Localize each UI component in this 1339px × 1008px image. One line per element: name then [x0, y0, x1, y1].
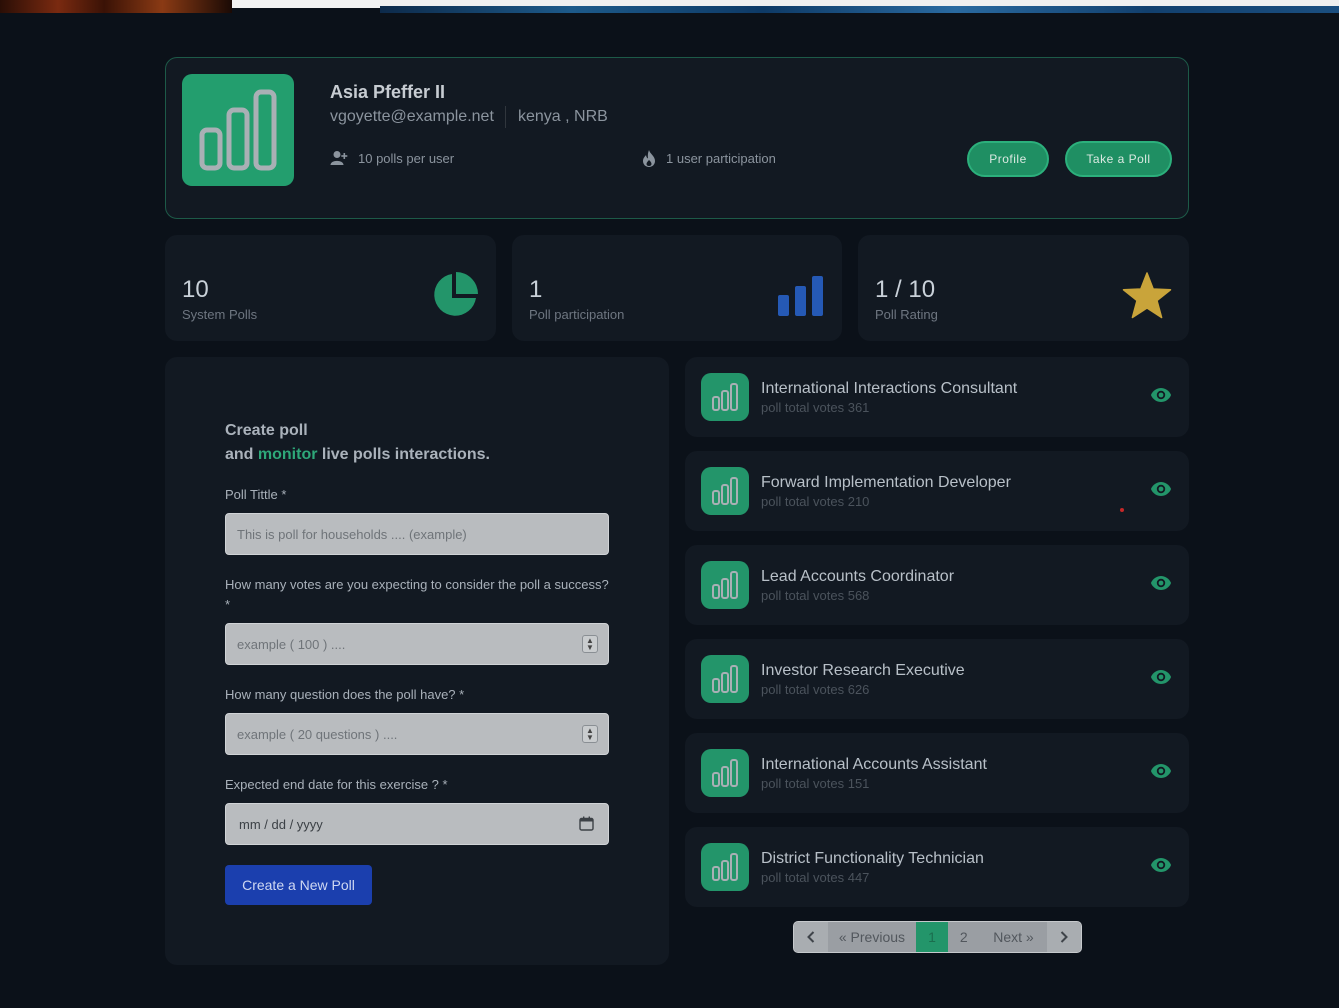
stat-card-participation: 1 Poll participation	[512, 235, 842, 341]
poll-list-item[interactable]: International Interactions Consultant po…	[685, 357, 1189, 437]
stat-value: 1	[529, 276, 543, 303]
profile-location: kenya , NRB	[518, 108, 608, 125]
stat-card-rating: 1 / 10 Poll Rating	[858, 235, 1189, 341]
poll-title: Forward Implementation Developer	[761, 474, 1011, 491]
poll-list-item[interactable]: District Functionality Technician poll t…	[685, 827, 1189, 907]
profile-button[interactable]: Profile	[967, 141, 1049, 177]
user-plus-icon	[330, 150, 348, 166]
votes-label: How many votes are you expecting to cons…	[225, 577, 609, 612]
poll-chart-icon	[701, 843, 749, 891]
eye-icon[interactable]	[1150, 575, 1172, 596]
poll-title-label: Poll Tittle *	[225, 487, 287, 502]
poll-votes: poll total votes 626	[761, 682, 870, 697]
questions-input[interactable]: example ( 20 questions ) .... ▲ ▼	[225, 713, 609, 755]
create-poll-button[interactable]: Create a New Poll	[225, 865, 372, 905]
end-date-placeholder: mm / dd / yyyy	[239, 816, 323, 832]
poll-list-item[interactable]: Forward Implementation Developer poll to…	[685, 451, 1189, 531]
stat-card-system-polls: 10 System Polls	[165, 235, 496, 341]
participation-meta: 1 user participation	[642, 150, 776, 167]
eye-icon[interactable]	[1150, 481, 1172, 502]
poll-title: International Accounts Assistant	[761, 756, 987, 773]
poll-list-item[interactable]: Investor Research Executive poll total v…	[685, 639, 1189, 719]
profile-card: Asia Pfeffer II vgoyette@example.net ken…	[165, 57, 1189, 219]
end-date-label: Expected end date for this exercise ? *	[225, 777, 448, 792]
questions-placeholder: example ( 20 questions ) ....	[237, 726, 398, 742]
votes-stepper[interactable]: ▲ ▼	[582, 635, 598, 653]
calendar-icon[interactable]	[579, 816, 594, 834]
poll-title: Investor Research Executive	[761, 662, 965, 679]
indicator-dot	[1120, 508, 1124, 512]
top-banner-strip	[0, 0, 1339, 14]
bar-chart-icon	[776, 275, 826, 322]
participation-text: 1 user participation	[666, 151, 776, 166]
end-date-input[interactable]: mm / dd / yyyy	[225, 803, 609, 845]
pagination: « Previous 1 2 Next »	[793, 921, 1082, 953]
votes-input[interactable]: example ( 100 ) .... ▲ ▼	[225, 623, 609, 665]
profile-name: Asia Pfeffer II	[330, 82, 446, 102]
banner-bar-right	[380, 0, 1339, 6]
create-poll-panel: Create poll and monitor live polls inter…	[165, 357, 669, 965]
poll-chart-icon	[701, 561, 749, 609]
votes-placeholder: example ( 100 ) ....	[237, 636, 346, 652]
questions-label: How many question does the poll have? *	[225, 687, 465, 702]
next-page-button[interactable]: Next »	[980, 922, 1048, 952]
poll-title: International Interactions Consultant	[761, 380, 1018, 397]
polls-per-user-meta: 10 polls per user	[330, 150, 454, 166]
form-heading-line2: and monitor live polls interactions.	[225, 446, 490, 463]
stat-label: System Polls	[182, 307, 258, 322]
questions-stepper[interactable]: ▲ ▼	[582, 725, 598, 743]
fire-icon	[642, 150, 656, 167]
monitor-highlight: monitor	[257, 446, 318, 463]
take-poll-button[interactable]: Take a Poll	[1065, 141, 1172, 177]
poll-votes: poll total votes 210	[761, 494, 870, 509]
poll-votes: poll total votes 361	[761, 400, 870, 415]
stat-label: Poll Rating	[875, 307, 938, 322]
form-heading: Create poll and monitor live polls inter…	[225, 419, 490, 467]
poll-title: District Functionality Technician	[761, 850, 984, 867]
eye-icon[interactable]	[1150, 387, 1172, 408]
poll-chart-icon	[701, 655, 749, 703]
poll-title-input[interactable]: This is poll for households .... (exampl…	[225, 513, 609, 555]
poll-votes: poll total votes 447	[761, 870, 870, 885]
poll-votes: poll total votes 568	[761, 588, 870, 603]
banner-art-left	[0, 0, 232, 13]
poll-title: Lead Accounts Coordinator	[761, 568, 955, 585]
page-1-button[interactable]: 1	[916, 922, 948, 952]
previous-page-button[interactable]: « Previous	[828, 922, 916, 952]
pie-chart-icon	[431, 271, 479, 324]
profile-email: vgoyette@example.net	[330, 108, 494, 125]
divider	[505, 106, 506, 128]
stat-label: Poll participation	[529, 307, 625, 322]
polls-per-user-text: 10 polls per user	[358, 150, 455, 166]
eye-icon[interactable]	[1150, 857, 1172, 878]
chevron-left-icon[interactable]	[794, 922, 828, 952]
poll-chart-icon	[701, 467, 749, 515]
stat-value: 1 / 10	[875, 276, 936, 303]
poll-list-item[interactable]: Lead Accounts Coordinator poll total vot…	[685, 545, 1189, 625]
poll-list-item[interactable]: International Accounts Assistant poll to…	[685, 733, 1189, 813]
bar-chart-icon	[182, 74, 294, 186]
banner-bar	[232, 0, 380, 8]
eye-icon[interactable]	[1150, 763, 1172, 784]
form-heading-line1: Create poll	[225, 422, 308, 439]
page-2-button[interactable]: 2	[948, 922, 980, 952]
poll-title-placeholder: This is poll for households .... (exampl…	[237, 526, 467, 542]
chevron-right-icon[interactable]	[1047, 922, 1081, 952]
stat-value: 10	[182, 276, 209, 303]
poll-votes: poll total votes 151	[761, 776, 870, 791]
star-icon	[1122, 272, 1172, 325]
eye-icon[interactable]	[1150, 669, 1172, 690]
poll-chart-icon	[701, 749, 749, 797]
poll-chart-icon	[701, 373, 749, 421]
